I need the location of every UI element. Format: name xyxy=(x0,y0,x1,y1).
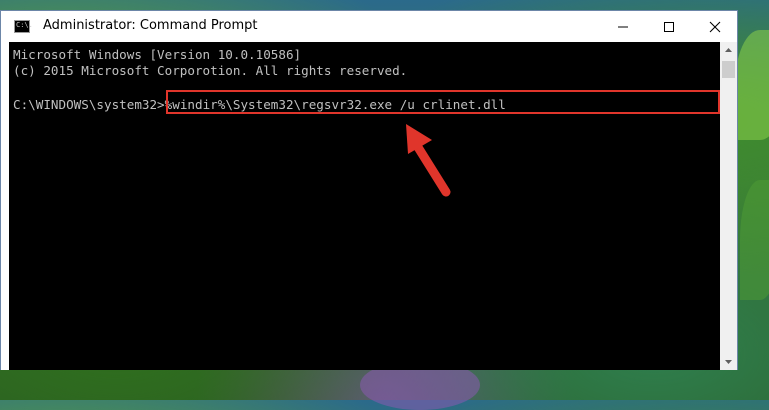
console-line-copyright: (c) 2015 Microsoft Corporotion. All righ… xyxy=(13,63,408,78)
close-button[interactable] xyxy=(692,11,738,42)
scroll-up-button[interactable] xyxy=(720,42,737,59)
annotation-arrow-icon xyxy=(406,124,451,197)
scroll-thumb[interactable] xyxy=(722,61,735,78)
command-prompt-window: C:\. Administrator: Command Prompt Micro… xyxy=(0,10,738,370)
background-foliage xyxy=(735,30,769,140)
maximize-icon xyxy=(664,22,674,32)
minimize-button[interactable] xyxy=(600,11,646,42)
console-line-version: Microsoft Windows [Version 10.0.10586] xyxy=(13,47,302,62)
title-bar[interactable]: C:\. Administrator: Command Prompt xyxy=(1,11,737,43)
window-border xyxy=(1,42,9,370)
close-icon xyxy=(709,21,721,33)
chevron-down-icon xyxy=(725,360,732,364)
background-foliage xyxy=(740,180,769,300)
minimize-icon xyxy=(618,26,628,28)
window-title: Administrator: Command Prompt xyxy=(43,18,258,33)
chevron-up-icon xyxy=(725,48,732,52)
vertical-scrollbar[interactable] xyxy=(720,42,737,370)
maximize-button[interactable] xyxy=(646,11,692,42)
command-highlight-box xyxy=(166,90,720,114)
console-app-icon[interactable]: C:\. xyxy=(14,20,33,33)
console-prompt: C:\WINDOWS\system32> xyxy=(13,97,165,112)
scroll-down-button[interactable] xyxy=(720,353,737,370)
